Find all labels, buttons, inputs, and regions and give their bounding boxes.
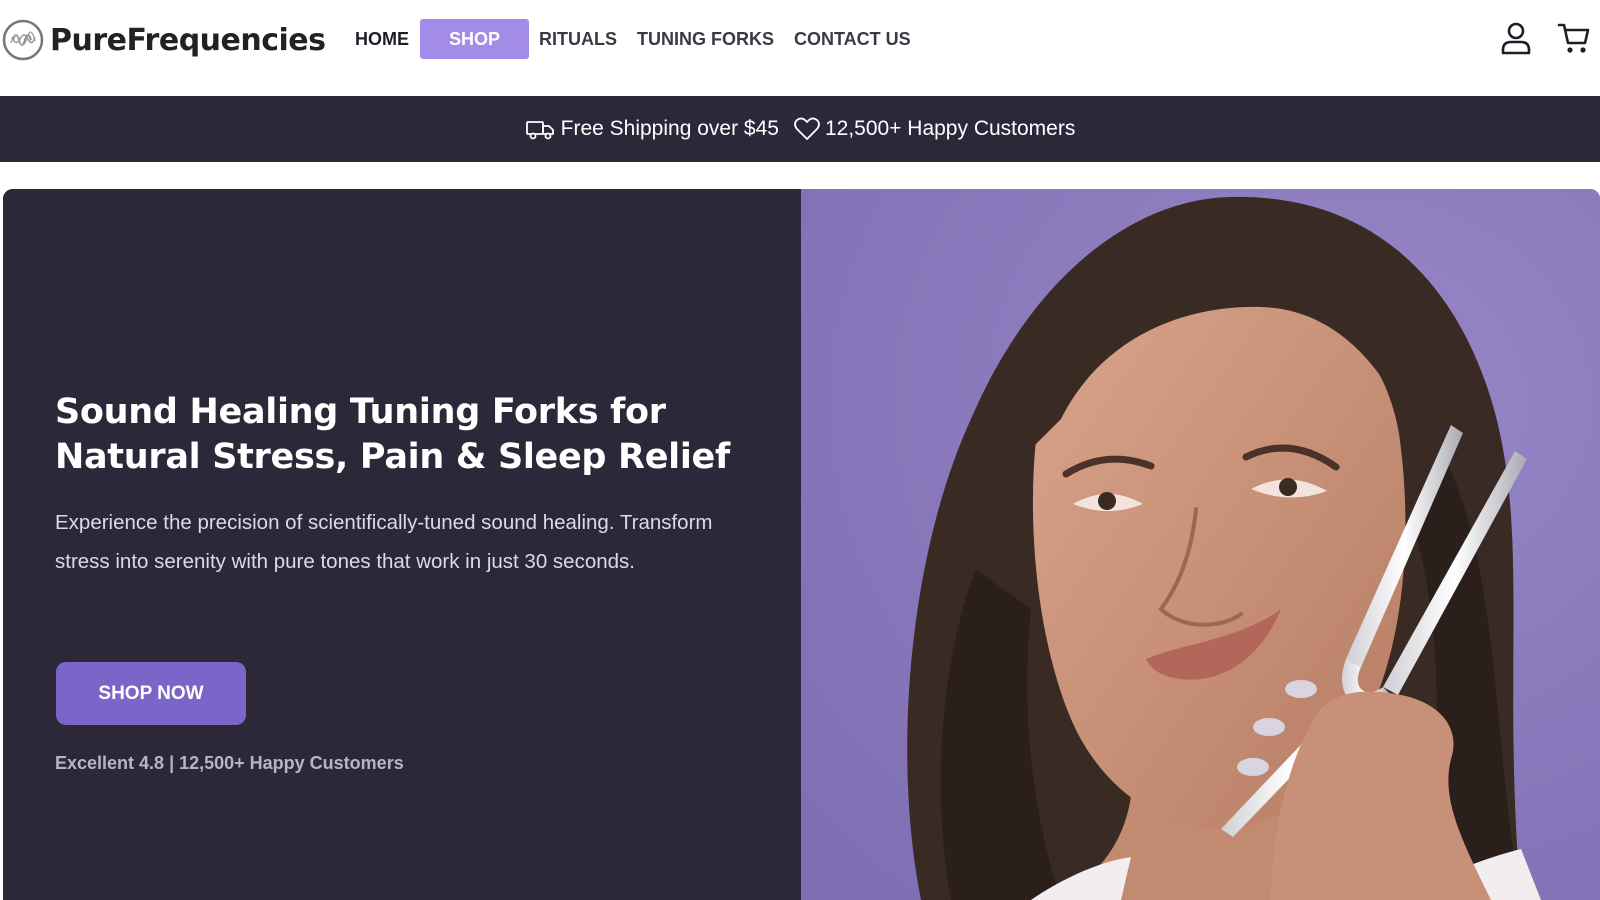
happy-customers-notice: 12,500+ Happy Customers — [779, 116, 1075, 142]
hero-title: Sound Healing Tuning Forks for Natural S… — [55, 390, 755, 480]
hero-image — [801, 189, 1600, 900]
user-icon — [1501, 22, 1531, 55]
hero-section: Sound Healing Tuning Forks for Natural S… — [3, 189, 1600, 900]
hero-title-line-2: Natural Stress, Pain & Sleep Relief — [55, 437, 730, 477]
brand-logo[interactable]: PureFrequencies — [2, 18, 326, 62]
cart-icon — [1557, 23, 1590, 53]
truck-icon — [525, 121, 554, 140]
account-button[interactable] — [1499, 20, 1533, 56]
sound-wave-logo-icon — [2, 19, 44, 61]
happy-customers-text: 12,500+ Happy Customers — [824, 117, 1076, 140]
site-header: PureFrequencies HOME SHOP RITUALS TUNING… — [0, 0, 1600, 96]
nav-home[interactable]: HOME — [345, 19, 419, 59]
hero-text-panel: Sound Healing Tuning Forks for Natural S… — [3, 189, 801, 900]
nav-shop[interactable]: SHOP — [420, 19, 530, 59]
shop-now-button[interactable]: SHOP NOW — [56, 662, 246, 725]
rating-text: Excellent 4.8 | 12,500+ Happy Customers — [55, 753, 404, 773]
hero-title-line-1: Sound Healing Tuning Forks for — [55, 392, 666, 432]
announcement-bar: Free Shipping over $45 12,500+ Happy Cus… — [0, 96, 1600, 162]
heart-icon — [794, 117, 820, 140]
brand-name: PureFrequencies — [50, 22, 326, 58]
nav-contact-us[interactable]: CONTACT US — [784, 19, 921, 59]
main-nav: HOME SHOP RITUALS TUNING FORKS CONTACT U… — [345, 19, 921, 59]
free-shipping-text: Free Shipping over $45 — [560, 117, 779, 140]
nav-tuning-forks[interactable]: TUNING FORKS — [627, 19, 784, 59]
hero-subtitle: Experience the precision of scientifical… — [55, 511, 713, 573]
free-shipping-notice: Free Shipping over $45 — [525, 117, 779, 141]
woman-holding-tuning-fork-photo — [801, 189, 1600, 900]
nav-rituals[interactable]: RITUALS — [529, 19, 627, 59]
cart-button[interactable] — [1557, 20, 1591, 56]
